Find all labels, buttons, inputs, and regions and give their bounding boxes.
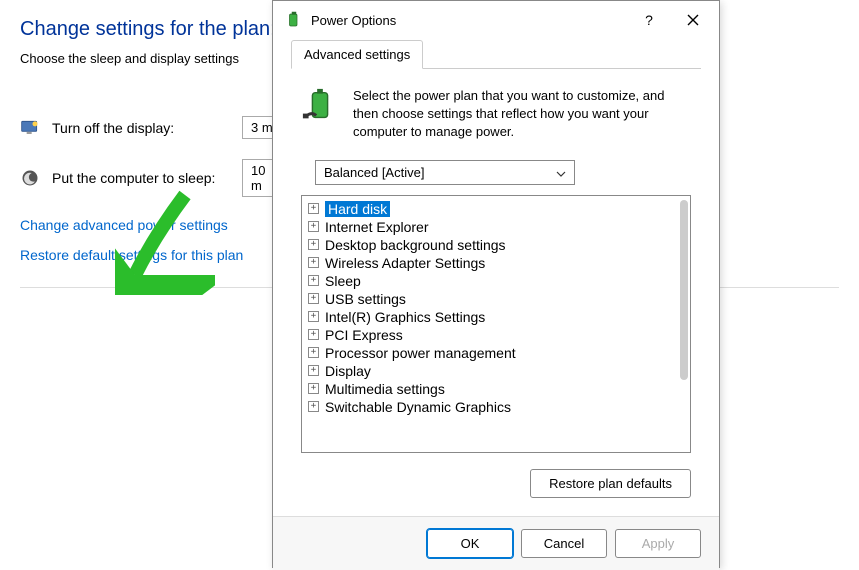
tree-item[interactable]: + Processor power management [304,344,688,362]
restore-plan-defaults-button[interactable]: Restore plan defaults [530,469,691,498]
power-plan-select[interactable]: Balanced [Active] [315,160,575,185]
tree-item[interactable]: + Wireless Adapter Settings [304,254,688,272]
tree-item-label: Processor power management [325,345,516,361]
scrollbar[interactable] [680,200,688,380]
ok-button[interactable]: OK [427,529,513,558]
monitor-icon [20,118,40,138]
expand-icon[interactable]: + [308,311,319,322]
tree-item-label: Wireless Adapter Settings [325,255,485,271]
tree-item-label: Display [325,363,371,379]
display-timeout-label: Turn off the display: [52,120,242,136]
power-options-dialog: Power Options ? Advanced settings Select… [272,0,720,568]
expand-icon[interactable]: + [308,401,319,412]
close-button[interactable] [671,5,715,35]
expand-icon[interactable]: + [308,383,319,394]
sleep-timeout-label: Put the computer to sleep: [52,170,242,186]
tree-item-label: PCI Express [325,327,403,343]
expand-icon[interactable]: + [308,257,319,268]
tab-advanced-settings[interactable]: Advanced settings [291,40,423,69]
tree-item[interactable]: + Switchable Dynamic Graphics [304,398,688,416]
tree-item-label: Multimedia settings [325,381,445,397]
dialog-title: Power Options [311,13,627,28]
help-button[interactable]: ? [627,5,671,35]
tree-item[interactable]: + Hard disk [304,200,688,218]
tree-item[interactable]: + Sleep [304,272,688,290]
tree-item-label: Intel(R) Graphics Settings [325,309,485,325]
power-options-icon [285,11,303,29]
tree-item[interactable]: + Desktop background settings [304,236,688,254]
expand-icon[interactable]: + [308,221,319,232]
chevron-down-icon [556,165,566,180]
tree-item-label: Hard disk [325,201,390,217]
expand-icon[interactable]: + [308,329,319,340]
apply-button: Apply [615,529,701,558]
tab-strip: Advanced settings [291,39,701,69]
settings-tree[interactable]: + Hard disk + Internet Explorer + Desktop bac… [301,195,691,453]
button-bar: OK Cancel Apply [273,516,719,570]
tree-item[interactable]: + Internet Explorer [304,218,688,236]
tree-item[interactable]: + Display [304,362,688,380]
expand-icon[interactable]: + [308,365,319,376]
tree-item[interactable]: + PCI Express [304,326,688,344]
expand-icon[interactable]: + [308,203,319,214]
expand-icon[interactable]: + [308,293,319,304]
tree-item-label: Switchable Dynamic Graphics [325,399,511,415]
cancel-button[interactable]: Cancel [521,529,607,558]
instruction-row: Select the power plan that you want to c… [291,69,701,154]
power-plan-selected-label: Balanced [Active] [324,165,424,180]
tree-item[interactable]: + USB settings [304,290,688,308]
expand-icon[interactable]: + [308,239,319,250]
expand-icon[interactable]: + [308,347,319,358]
titlebar: Power Options ? [273,1,719,39]
tree-item-label: USB settings [325,291,406,307]
close-icon [687,14,699,26]
tree-item-label: Sleep [325,273,361,289]
instruction-text: Select the power plan that you want to c… [353,87,691,142]
sleep-moon-icon [20,168,40,188]
expand-icon[interactable]: + [308,275,319,286]
battery-plug-icon [301,87,339,125]
tree-item-label: Desktop background settings [325,237,506,253]
tree-item[interactable]: + Multimedia settings [304,380,688,398]
tree-item[interactable]: + Intel(R) Graphics Settings [304,308,688,326]
tree-item-label: Internet Explorer [325,219,429,235]
